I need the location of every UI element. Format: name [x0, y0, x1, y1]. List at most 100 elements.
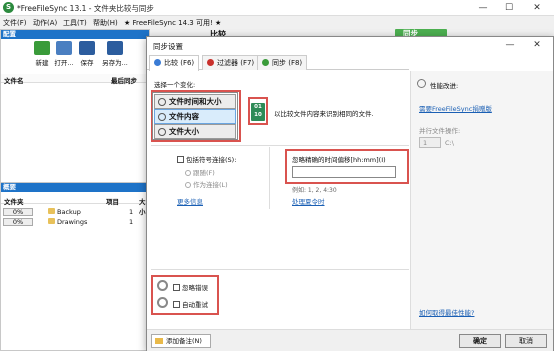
auto-retry-checkbox[interactable] [173, 301, 180, 308]
ignore-errors-option[interactable]: 忽略错误 [173, 282, 208, 292]
best-performance-link[interactable]: 如何取得最佳性能? [419, 307, 474, 317]
dst-link[interactable]: 处理夏令时 [292, 196, 325, 206]
new-icon [34, 41, 50, 55]
dialog-title-bar: 同步设置 — ✕ [147, 37, 553, 54]
variant-list: 文件时间和大小 文件内容 文件大小 [152, 92, 238, 140]
performance-panel: 性能改进: 需要FreeFileSync捐赠版 并行文件操作: 1 C:\ 如何… [410, 71, 553, 329]
folder-name: Drawings [57, 218, 88, 226]
add-note-button[interactable]: 添加备注(N) [151, 334, 211, 348]
binary-digits: 01 10 [254, 104, 262, 118]
binary-compare-icon: 01 10 [251, 103, 265, 121]
clock-icon [158, 98, 166, 106]
menu-tools[interactable]: 工具(T) [63, 18, 87, 28]
table-row[interactable]: 0% Backup 1 [1, 207, 149, 216]
note-icon [155, 338, 163, 344]
config-panel-title: 配置 [1, 30, 149, 39]
tab-filter[interactable]: 过滤器 (F7) [202, 55, 260, 70]
dialog-close-icon[interactable]: ✕ [524, 37, 550, 53]
new-config-button[interactable]: 新建 [31, 41, 53, 67]
open-icon [56, 41, 72, 55]
config-panel: 配置 新建 打开... 保存 另存为... 文件名 最后同步 [0, 29, 150, 186]
symlink-option[interactable]: 包括符号连接(S): [177, 154, 236, 164]
main-menu-bar: 文件(F) 动作(A) 工具(T) 帮助(H) ★ FreeFileSync 1… [0, 16, 300, 29]
overview-header: 文件夹 项目 大小 [1, 195, 149, 216]
divider [151, 269, 409, 270]
time-example: 例如: 1, 2, 4:30 [292, 187, 337, 194]
menu-help[interactable]: 帮助(H) [93, 18, 118, 28]
ignore-errors-label: 忽略错误 [182, 284, 208, 292]
open-config-button[interactable]: 打开... [53, 41, 75, 67]
col-folder[interactable]: 文件夹 [4, 196, 24, 206]
save-as-label: 另存为... [102, 59, 128, 67]
menu-file[interactable]: 文件(F) [3, 18, 27, 28]
menu-actions[interactable]: 动作(A) [33, 18, 57, 28]
minimize-icon[interactable]: — [470, 0, 496, 16]
main-title-bar: S *FreeFileSync 13.1 - 文件夹比较与同步 — ☐ ✕ [0, 0, 554, 16]
tab-sync[interactable]: 同步 (F8) [257, 55, 308, 70]
content-icon [158, 113, 166, 121]
compare-tab-icon [154, 59, 161, 66]
perf-title: 性能改进: [430, 82, 459, 90]
auto-retry-icon [157, 297, 168, 308]
filter-tab-icon [207, 59, 214, 66]
save-as-button[interactable]: 另存为... [101, 41, 129, 67]
variant-content-button[interactable]: 文件内容 [154, 109, 236, 124]
symlink-checkbox[interactable] [177, 156, 184, 163]
dialog-tabs: 比较 (F6) 过滤器 (F7) 同步 (F8) [147, 55, 409, 71]
folder-name: Backup [57, 208, 81, 216]
save-config-button[interactable]: 保存 [76, 41, 98, 67]
col-items[interactable]: 项目 [106, 196, 119, 206]
auto-retry-option[interactable]: 自动重试 [173, 299, 208, 309]
divider [269, 147, 270, 209]
overview-title: 概要 [1, 183, 149, 192]
ignore-errors-checkbox[interactable] [173, 284, 180, 291]
ignore-errors-icon [157, 280, 168, 291]
follow-radio[interactable] [185, 170, 191, 176]
parallel-ops-label: 并行文件操作: [419, 127, 461, 135]
choose-variant-label: 选择一个变化: [154, 81, 196, 89]
symlink-label: 包括符号连接(S): [186, 156, 237, 164]
more-info-link[interactable]: 更多信息 [177, 196, 203, 206]
col-filename[interactable]: 文件名 [4, 75, 24, 85]
col-last-sync[interactable]: 最后同步 [111, 75, 137, 85]
time-offset-input[interactable] [292, 166, 396, 178]
tab-compare-label: 比较 (F6) [164, 59, 195, 67]
progress-percent: 0% [3, 208, 33, 216]
performance-icon [417, 79, 426, 88]
update-available-link[interactable]: ★ FreeFileSync 14.3 可用! ★ [124, 18, 221, 28]
donation-link[interactable]: 需要FreeFileSync捐赠版 [419, 103, 492, 113]
dialog-button-bar: 添加备注(N) 确定 取消 [147, 329, 553, 351]
progress-percent: 0% [3, 218, 33, 226]
save-icon [79, 41, 95, 55]
dialog-title: 同步设置 [153, 42, 183, 51]
new-label: 新建 [35, 59, 49, 67]
parallel-ops-stepper[interactable]: 1 [419, 137, 441, 148]
folder-icon [48, 208, 55, 214]
save-label: 保存 [80, 59, 94, 67]
save-as-icon [107, 41, 123, 55]
variant-time-size-button[interactable]: 文件时间和大小 [154, 94, 236, 109]
main-window-title: *FreeFileSync 13.1 - 文件夹比较与同步 [17, 4, 154, 13]
tab-compare[interactable]: 比较 (F6) [149, 55, 200, 71]
follow-label: 跟随(F) [193, 169, 215, 177]
tab-filter-label: 过滤器 (F7) [217, 59, 255, 67]
cancel-button[interactable]: 取消 [505, 334, 547, 348]
variant-content-label: 文件内容 [169, 112, 199, 121]
ok-button[interactable]: 确定 [459, 334, 501, 348]
close-icon[interactable]: ✕ [524, 0, 550, 16]
maximize-icon[interactable]: ☐ [496, 0, 522, 16]
tab-sync-label: 同步 (F8) [272, 59, 303, 67]
as-link-radio[interactable] [185, 182, 191, 188]
item-count: 1 [129, 218, 134, 226]
variant-time-size-label: 文件时间和大小 [169, 97, 222, 106]
size-icon [158, 128, 166, 136]
parallel-ops-drive: C:\ [445, 139, 454, 147]
follow-option[interactable]: 跟随(F) [185, 167, 215, 177]
app-icon: S [3, 2, 14, 13]
variant-size-button[interactable]: 文件大小 [154, 124, 236, 139]
table-row[interactable]: 0% Drawings 1 [1, 217, 149, 226]
dialog-minimize-icon[interactable]: — [497, 37, 523, 53]
as-link-option[interactable]: 作为连接(L) [185, 179, 228, 189]
add-note-label: 添加备注(N) [166, 337, 202, 345]
item-count: 1 [129, 208, 134, 216]
